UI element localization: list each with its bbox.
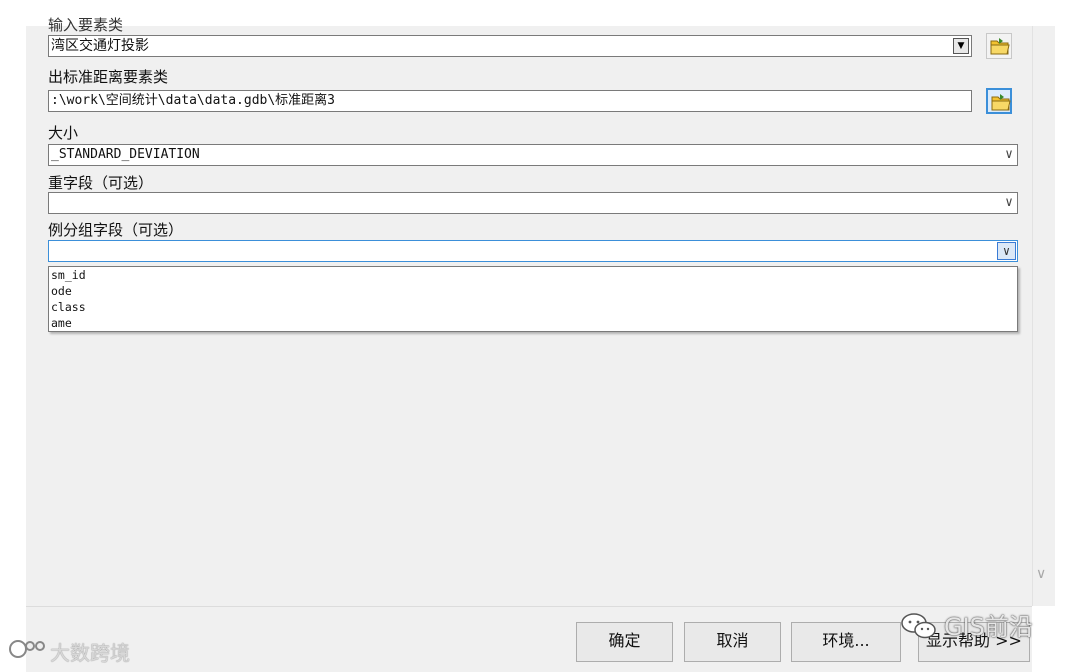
triangle-down-icon[interactable]: ▼ <box>953 38 969 54</box>
environments-button[interactable]: 环境... <box>791 622 901 662</box>
cancel-button[interactable]: 取消 <box>684 622 781 662</box>
circle-size-value: _STANDARD_DEVIATION <box>51 147 200 162</box>
chevron-down-icon[interactable]: ∨ <box>1005 145 1013 165</box>
weight-field-select[interactable]: ∨ <box>48 192 1018 214</box>
dropdown-option[interactable]: ame <box>49 315 1017 331</box>
weight-field-label: 重字段（可选） <box>48 174 154 192</box>
circle-size-label: 大小 <box>48 124 79 142</box>
output-features-label: 出标准距离要素类 <box>48 68 169 86</box>
chevron-down-icon[interactable]: ∨ <box>1005 193 1013 213</box>
circle-size-select[interactable]: _STANDARD_DEVIATION ∨ <box>48 144 1018 166</box>
watermark-right: GIS前沿 <box>944 613 1033 641</box>
input-features-label: 输入要素类 <box>48 16 124 34</box>
case-field-dropdown-list[interactable]: sm_id ode class ame <box>48 266 1018 332</box>
scrollbar-track[interactable] <box>1032 26 1055 606</box>
open-folder-icon <box>990 38 1010 55</box>
watermark-left: 大数跨境 <box>50 641 130 665</box>
browse-input-button[interactable] <box>986 33 1012 59</box>
watermark-logo-icon <box>9 640 45 658</box>
case-field-label: 例分组字段（可选） <box>48 221 184 239</box>
scroll-down-icon[interactable]: ∨ <box>1036 566 1046 582</box>
output-features-input[interactable]: :\work\空间统计\data\data.gdb\标准距离3 <box>48 90 972 112</box>
dropdown-option[interactable]: class <box>49 299 1017 315</box>
case-field-select[interactable]: ∨ <box>48 240 1018 262</box>
dropdown-option[interactable]: sm_id <box>49 267 1017 283</box>
open-folder-icon <box>991 94 1011 111</box>
ok-button[interactable]: 确定 <box>576 622 673 662</box>
input-features-value: 湾区交通灯投影 <box>51 38 149 54</box>
chevron-down-icon[interactable]: ∨ <box>997 242 1016 260</box>
input-features-combo[interactable]: 湾区交通灯投影 ▼ <box>48 35 972 57</box>
dropdown-option[interactable]: ode <box>49 283 1017 299</box>
tool-dialog: 输入要素类 湾区交通灯投影 ▼ 出标准距离要素类 :\work\空间统计\dat… <box>26 16 1032 606</box>
browse-output-button[interactable] <box>986 88 1012 114</box>
top-strip <box>0 0 1080 26</box>
button-bar: 确定 取消 环境... 显示帮助 >> <box>26 606 1032 672</box>
output-features-value: :\work\空间统计\data\data.gdb\标准距离3 <box>51 93 336 108</box>
wechat-icon <box>901 613 936 639</box>
